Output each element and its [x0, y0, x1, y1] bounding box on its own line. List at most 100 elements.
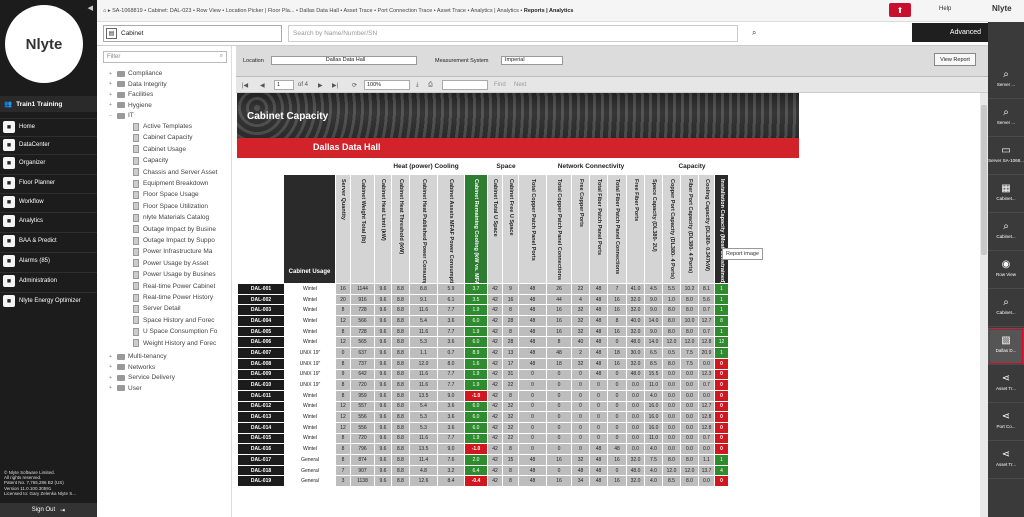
view-report-button[interactable]: View Report [934, 53, 976, 66]
column-header[interactable]: Copper Port Capacity (DL380- 4 Ports) [663, 175, 681, 283]
history-item[interactable]: ⋖ Asset Tr... [988, 442, 1024, 479]
nav-item-home[interactable]: ■ Home [0, 118, 97, 135]
expand-icon[interactable]: + [109, 92, 117, 98]
column-header[interactable]: Cabinet Weight Total (lb) [351, 175, 375, 283]
table-row[interactable]: DAL-018 General 7 907 9.6 8.8 4.8 3.2 6.4 42 8 48 0 4… [237, 464, 729, 477]
print-icon[interactable]: ⎙ [428, 80, 433, 90]
table-row[interactable]: DAL-002 Wintel 20 916 9.6 8.8 9.1 6.1 3.5 42 16 48 4… [237, 293, 729, 306]
column-header[interactable]: Total Copper Patch Panel Ports [519, 175, 547, 283]
expand-icon[interactable]: + [109, 354, 117, 360]
history-item[interactable]: ⌕ Cabinet... [988, 214, 1024, 251]
search-input[interactable]: Search by Name/Number/SN [288, 25, 738, 42]
tree-node[interactable]: Power Usage by Asset [133, 258, 208, 269]
breadcrumb-trail[interactable]: SA-1068819 • Cabinet: DAL-023 • Row View… [112, 8, 522, 14]
table-row[interactable]: DAL-019 General 3 1138 9.6 8.8 12.6 8.4 -0.4 42 8 4… [237, 475, 729, 488]
expand-icon[interactable]: + [109, 81, 117, 87]
history-item[interactable]: ⌕ Cabinet... [988, 290, 1024, 327]
history-item[interactable]: ⋖ Asset Tr... [988, 366, 1024, 403]
tree-node[interactable]: Space History and Forec [133, 315, 215, 326]
table-row[interactable]: DAL-015 Wintel 8 720 9.6 8.8 11.6 7.7 1.9 42 22 0 0 0… [237, 432, 729, 445]
expand-icon[interactable]: + [109, 375, 117, 381]
location-select[interactable]: Dallas Data Hall [271, 56, 417, 65]
search-icon[interactable]: ⌕ [752, 28, 756, 38]
user-bar[interactable]: 👥 Train1 Training [0, 96, 97, 112]
tree-node[interactable]: Real-time Power History [133, 292, 213, 303]
tree-node[interactable]: + Multi-tenancy [109, 351, 167, 362]
tree-node[interactable]: + Networks [109, 362, 155, 373]
table-row[interactable]: DAL-017 General 8 874 9.6 8.8 11.4 7.6 2.0 42 15 48… [237, 454, 729, 466]
tree-node[interactable]: Server Detail [133, 303, 181, 314]
last-page-icon[interactable]: ▶| [332, 80, 338, 90]
tree-node[interactable]: nlyte Materials Catalog [133, 212, 209, 223]
table-row[interactable]: DAL-016 Wintel 8 796 9.6 8.8 13.5 9.0 -1.0 42 8 0 0 0… [237, 443, 729, 455]
find-link[interactable]: Find [494, 80, 506, 90]
column-header[interactable]: Cabinet Heat Published Power Consumption… [410, 175, 438, 283]
table-row[interactable]: DAL-004 Wintel 12 566 9.6 8.8 5.4 3.6 6.0 42 28 48 1… [237, 315, 729, 327]
column-header[interactable]: Space Capacity (DL380- 2U) [645, 175, 663, 283]
tree-node[interactable]: Equipment Breakdown [133, 178, 208, 189]
tree-node[interactable]: Power Infrastructure Ma [133, 246, 212, 257]
tree-node[interactable]: + Data Integrity [109, 79, 167, 90]
tree-node[interactable]: U Space Consumption Fo [133, 326, 217, 337]
nav-item-energy[interactable]: ■ Nlyte Energy Optimizer [0, 292, 97, 309]
expand-icon[interactable]: + [109, 364, 117, 370]
tree-node[interactable]: Capacity [133, 155, 168, 166]
table-row[interactable]: DAL-014 Wintel 12 556 9.6 8.8 5.3 3.6 6.0 42 32 0 0 0… [237, 421, 729, 434]
collapse-icon[interactable]: ◀ [88, 4, 93, 12]
history-item[interactable]: ⌕ Server ... [988, 62, 1024, 99]
tree-node[interactable]: Cabinet Capacity [133, 132, 193, 143]
tree-node[interactable]: − IT [109, 110, 134, 121]
table-row[interactable]: DAL-007 UNIX 19" 0 637 9.6 8.8 1.1 0.7 8.9 42 13 48… [237, 347, 729, 359]
tree-filter-input[interactable]: Filter ⌕ [103, 51, 227, 63]
table-row[interactable]: DAL-010 UNIX 19" 8 720 9.6 8.8 11.6 7.7 1.9 42 22 0… [237, 379, 729, 391]
nav-item-predict[interactable]: ■ BAA & Predict [0, 232, 97, 249]
sign-out-button[interactable]: Sign Out ⇥ [0, 503, 97, 517]
column-header[interactable]: Cooling Capacity (DL380- 0.347kW) [699, 175, 715, 283]
column-header[interactable]: Total Fiber Patch Panel Connections [608, 175, 627, 283]
next-page-icon[interactable]: ▶ [318, 80, 323, 90]
nav-item-workflow[interactable]: ■ Workflow [0, 193, 97, 210]
column-header[interactable]: Cabinet Heat Limit (kW) [375, 175, 392, 283]
column-header[interactable]: Cabinet Total U Space [488, 175, 503, 283]
nav-item-analytics[interactable]: ■ Analytics [0, 212, 97, 229]
history-item[interactable]: ◉ Row View [988, 252, 1024, 289]
tree-node[interactable]: Floor Space Usage [133, 189, 199, 200]
tree-node[interactable]: Active Templates [133, 121, 192, 132]
tree-node[interactable]: + User [109, 383, 142, 394]
zoom-select[interactable]: 100% [364, 80, 410, 90]
column-header[interactable]: Cabinet Assets MFAF Power Consumption (k… [438, 175, 465, 283]
history-item[interactable]: ⋖ Port Co... [988, 404, 1024, 441]
expand-icon[interactable]: − [109, 113, 117, 119]
refresh-icon[interactable]: ⟳ [352, 80, 357, 90]
expand-icon[interactable]: + [109, 71, 117, 77]
table-row[interactable]: DAL-008 UNIX 19" 8 737 9.6 8.8 12.0 8.0 1.6 42 17 4… [237, 357, 729, 370]
table-row[interactable]: DAL-001 Wintel 16 1144 9.6 8.8 8.8 5.9 3.7 42 9 48 2… [237, 283, 729, 295]
notification-button[interactable]: ⬆ [889, 3, 911, 17]
find-next-link[interactable]: Next [514, 80, 526, 90]
measurement-select[interactable]: Imperial [501, 56, 563, 65]
scroll-thumb[interactable] [981, 105, 987, 255]
search-scope-select[interactable]: ▤ Cabinet [103, 25, 282, 42]
report-scrollbar[interactable] [980, 93, 988, 517]
column-header[interactable]: Free Fiber Ports [627, 175, 645, 283]
history-item[interactable]: ⌕ Server ... [988, 100, 1024, 137]
breadcrumb[interactable]: ⌂ ▸ SA-1068819 • Cabinet: DAL-023 • Row … [103, 8, 573, 14]
history-item[interactable]: ▦ Cabinet... [988, 176, 1024, 213]
prev-page-icon[interactable]: ◀ [260, 80, 265, 90]
column-header[interactable]: Fiber Port Capacity (DL380- 4 Ports) [681, 175, 699, 283]
column-header[interactable]: Free Copper Ports [572, 175, 590, 283]
table-row[interactable]: DAL-003 Wintel 8 728 9.6 8.8 11.6 7.7 1.9 42 8 48 16… [237, 304, 729, 317]
column-header[interactable]: Cabinet Free U Space [503, 175, 519, 283]
help-link[interactable]: Help [939, 6, 951, 12]
column-header[interactable]: Installation Capacity (Most Constrained) [715, 175, 729, 283]
table-row[interactable]: DAL-011 Wintel 8 959 9.6 8.8 13.5 9.0 -1.0 42 8 0 0 0… [237, 389, 729, 402]
table-row[interactable]: DAL-012 Wintel 12 557 9.6 8.8 5.4 3.6 6.0 42 32 0 0 0… [237, 400, 729, 413]
table-row[interactable]: DAL-013 Wintel 12 556 9.6 8.8 5.3 3.6 6.0 42 32 0 0 0… [237, 411, 729, 423]
nav-item-alarm[interactable]: ■ Alarms (85) [0, 252, 97, 269]
tree-node[interactable]: + Compliance [109, 68, 162, 79]
nlyte-logo[interactable]: Nlyte [5, 5, 83, 83]
tree-node[interactable]: Chassis and Server Asset [133, 167, 217, 178]
column-header[interactable]: Cabinet Heat Threshold (kW) [392, 175, 410, 283]
find-input[interactable] [442, 80, 488, 90]
nav-item-admin[interactable]: ■ Administration [0, 272, 97, 289]
